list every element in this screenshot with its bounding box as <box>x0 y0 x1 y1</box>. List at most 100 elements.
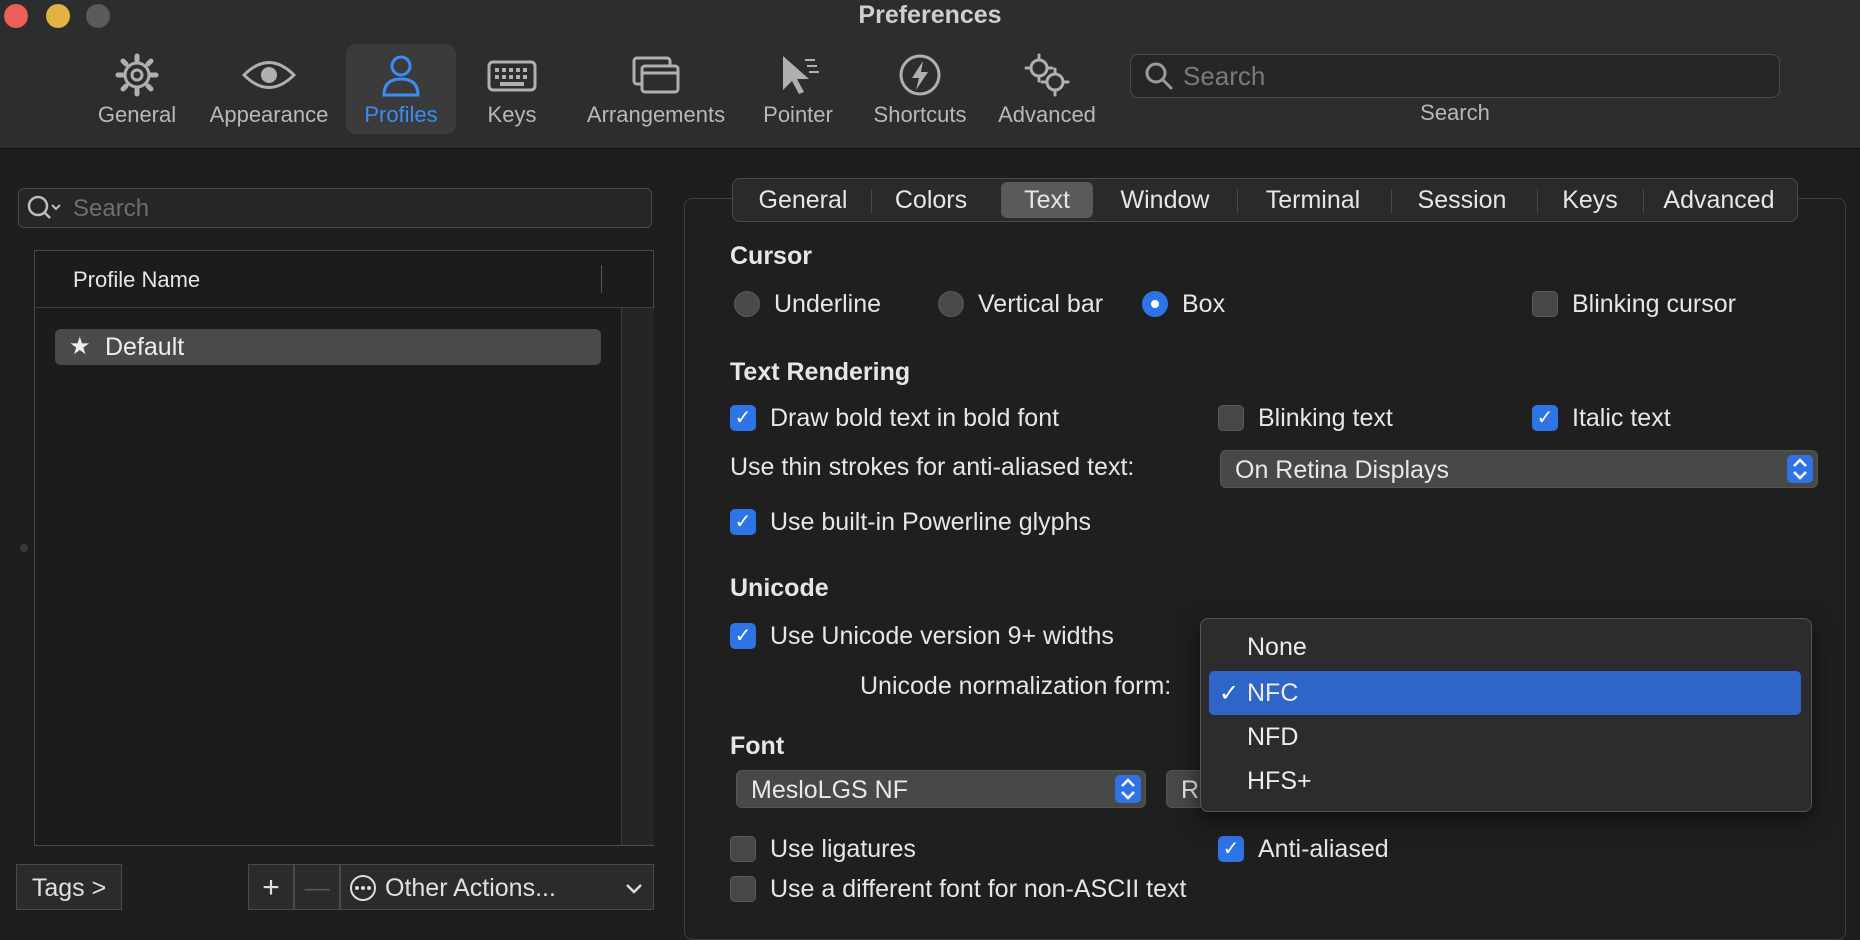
cursor-vertical-bar-label[interactable]: Vertical bar <box>978 290 1103 319</box>
powerline-checkbox[interactable]: ✓ <box>730 509 756 535</box>
ligatures-label[interactable]: Use ligatures <box>770 835 916 864</box>
split-view-handle[interactable] <box>20 544 28 552</box>
menu-item-label: HFS+ <box>1247 767 1312 795</box>
cursor-box-radio[interactable] <box>1142 291 1168 317</box>
thin-strokes-label: Use thin strokes for anti-aliased text: <box>730 453 1135 481</box>
toolbar-arrangements[interactable]: Arrangements <box>578 44 734 134</box>
toolbar-label: Profiles <box>364 102 438 127</box>
non-ascii-font-label[interactable]: Use a different font for non-ASCII text <box>770 875 1186 904</box>
menu-item-none[interactable]: None <box>1209 625 1801 669</box>
toolbar-label: General <box>97 102 177 127</box>
profile-table-scrollbar[interactable] <box>621 308 654 845</box>
ligatures-checkbox[interactable] <box>730 836 756 862</box>
tab-general[interactable]: General <box>741 182 865 218</box>
bold-font-label[interactable]: Draw bold text in bold font <box>770 404 1059 433</box>
tags-button[interactable]: Tags > <box>16 864 122 910</box>
profile-name: Default <box>105 333 185 361</box>
column-separator <box>601 265 602 293</box>
toolbar-label: Keys <box>487 102 537 127</box>
bolt-icon <box>899 54 941 96</box>
toolbar-shortcuts[interactable]: Shortcuts <box>864 44 976 134</box>
toolbar-label: Appearance <box>209 102 329 127</box>
blinking-text-checkbox[interactable] <box>1218 405 1244 431</box>
anti-aliased-checkbox[interactable]: ✓ <box>1218 836 1244 862</box>
toolbar-advanced[interactable]: Advanced <box>992 44 1102 134</box>
profile-search-input[interactable] <box>71 192 635 226</box>
add-profile-button[interactable]: + <box>248 864 294 910</box>
column-header-profile-name: Profile Name <box>73 267 201 292</box>
toolbar-search[interactable] <box>1130 54 1780 98</box>
font-family-value: MesloLGS NF <box>751 776 908 804</box>
tab-keys[interactable]: Keys <box>1545 182 1635 218</box>
remove-profile-button[interactable]: — <box>294 864 340 910</box>
toolbar-label: Shortcuts <box>873 102 967 127</box>
toolbar-search-label: Search <box>1420 100 1490 125</box>
window-title: Preferences <box>858 1 1002 29</box>
eye-icon <box>241 61 297 89</box>
toolbar-appearance[interactable]: Appearance <box>202 44 336 134</box>
toolbar-keys[interactable]: Keys <box>474 44 550 134</box>
search-menu-icon <box>27 195 61 219</box>
tab-separator <box>1391 189 1392 213</box>
menu-item-hfs-plus[interactable]: HFS+ <box>1209 759 1801 803</box>
unicode-widths-label[interactable]: Use Unicode version 9+ widths <box>770 622 1114 651</box>
updown-arrows-icon <box>1115 775 1141 803</box>
menu-item-nfc[interactable]: ✓ NFC <box>1209 671 1801 715</box>
non-ascii-font-checkbox[interactable] <box>730 876 756 902</box>
tab-terminal[interactable]: Terminal <box>1245 182 1381 218</box>
italic-text-label[interactable]: Italic text <box>1572 404 1671 433</box>
tab-colors[interactable]: Colors <box>877 182 985 218</box>
cursor-box-label[interactable]: Box <box>1182 290 1225 319</box>
cursor-section-title: Cursor <box>730 242 812 270</box>
thin-strokes-popup[interactable]: On Retina Displays <box>1220 450 1818 488</box>
tab-advanced[interactable]: Advanced <box>1649 182 1789 218</box>
unicode-normalization-label: Unicode normalization form: <box>860 672 1172 700</box>
toolbar-profiles[interactable]: Profiles <box>346 44 456 134</box>
tab-separator <box>1237 189 1238 213</box>
pointer-icon <box>783 56 819 94</box>
gear-icon <box>115 53 159 97</box>
bold-font-checkbox[interactable]: ✓ <box>730 405 756 431</box>
font-section-title: Font <box>730 732 785 760</box>
blinking-cursor-label[interactable]: Blinking cursor <box>1572 290 1736 319</box>
profile-table-header[interactable]: Profile Name <box>35 251 653 308</box>
chevron-down-icon <box>626 884 642 894</box>
search-icon <box>1145 62 1173 90</box>
cursor-underline-radio[interactable] <box>734 291 760 317</box>
menu-item-nfd[interactable]: NFD <box>1209 715 1801 759</box>
profile-row-default[interactable]: ★ Default <box>55 329 601 365</box>
tab-session[interactable]: Session <box>1397 182 1527 218</box>
checkmark-icon: ✓ <box>1219 680 1240 707</box>
powerline-label[interactable]: Use built-in Powerline glyphs <box>770 508 1091 537</box>
updown-arrows-icon <box>1787 455 1813 483</box>
gears-icon <box>1024 53 1070 97</box>
unicode-widths-checkbox[interactable]: ✓ <box>730 623 756 649</box>
keyboard-icon <box>487 60 537 92</box>
cursor-vertical-bar-radio[interactable] <box>938 291 964 317</box>
menu-item-label: NFC <box>1247 679 1299 707</box>
tab-text[interactable]: Text <box>1001 182 1093 218</box>
anti-aliased-label[interactable]: Anti-aliased <box>1258 835 1389 864</box>
toolbar-search-input[interactable] <box>1181 59 1765 93</box>
toolbar-general[interactable]: General <box>90 44 184 134</box>
tab-separator <box>871 189 872 213</box>
other-actions-label: Other Actions... <box>385 874 556 902</box>
title-bar: Preferences General Appearance Profiles <box>0 0 1860 149</box>
normalization-menu: None ✓ NFC NFD HFS+ <box>1200 618 1812 812</box>
font-style-value: R <box>1181 776 1200 804</box>
star-icon: ★ <box>69 333 91 360</box>
toolbar-pointer[interactable]: Pointer <box>756 44 840 134</box>
profile-search[interactable] <box>18 188 652 228</box>
tab-separator <box>1643 189 1644 213</box>
text-rendering-section-title: Text Rendering <box>730 358 911 386</box>
thin-strokes-value: On Retina Displays <box>1235 456 1449 484</box>
unicode-section-title: Unicode <box>730 574 829 602</box>
blinking-cursor-checkbox[interactable] <box>1532 291 1558 317</box>
cursor-underline-label[interactable]: Underline <box>774 290 881 319</box>
other-actions-button[interactable]: Other Actions... <box>340 864 654 910</box>
blinking-text-label[interactable]: Blinking text <box>1258 404 1393 433</box>
tab-window[interactable]: Window <box>1105 182 1225 218</box>
italic-text-checkbox[interactable]: ✓ <box>1532 405 1558 431</box>
font-family-popup[interactable]: MesloLGS NF <box>736 770 1146 808</box>
windows-icon <box>632 56 680 94</box>
